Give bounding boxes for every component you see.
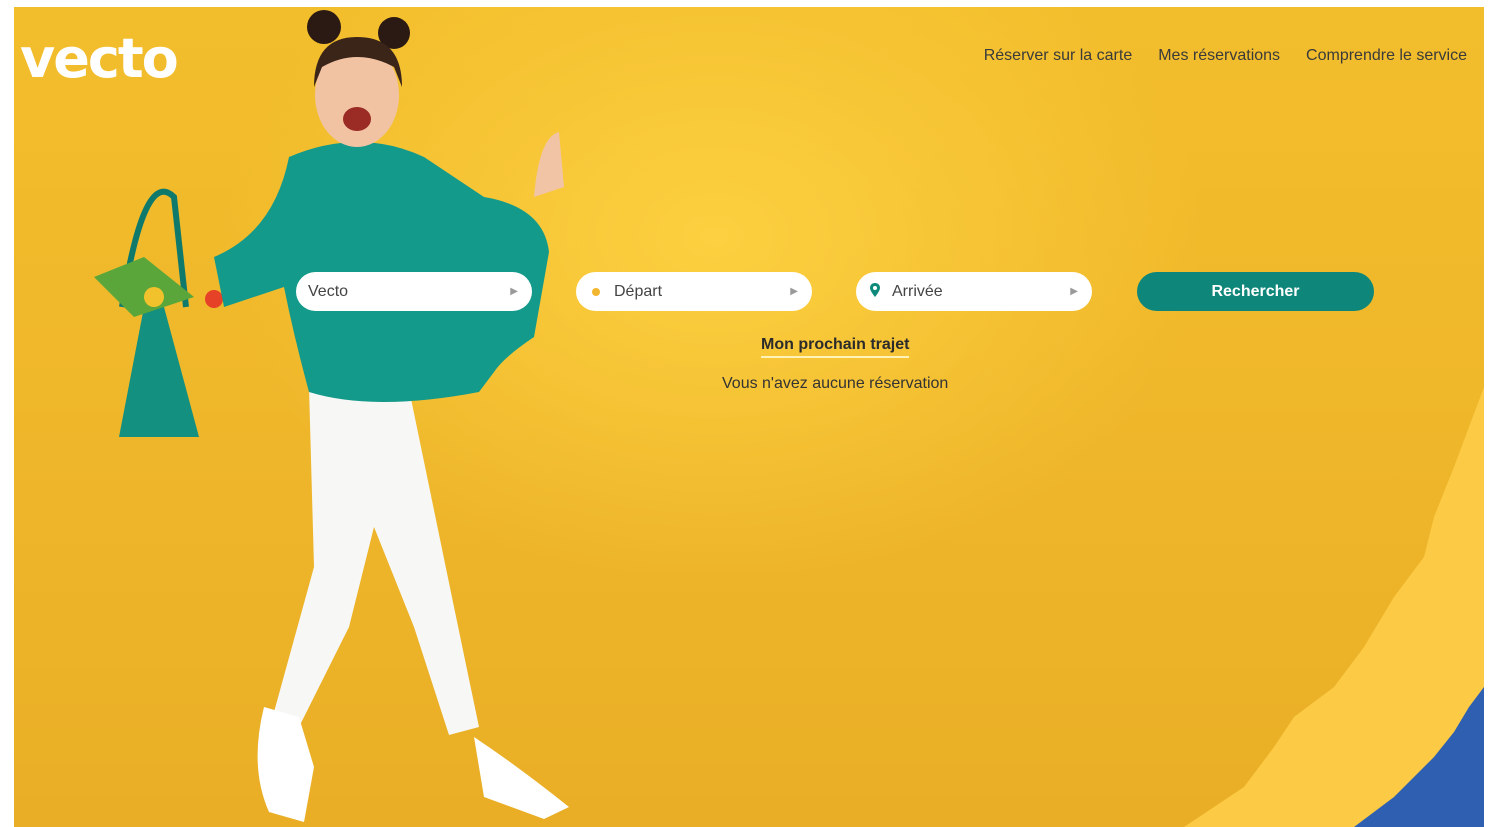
top-nav: Réserver sur la carte Mes réservations C… <box>984 47 1467 65</box>
nav-comprendre-service[interactable]: Comprendre le service <box>1306 47 1467 65</box>
depart-select-label: Départ <box>614 282 663 300</box>
prochain-trajet-title[interactable]: Mon prochain trajet <box>761 336 910 358</box>
location-pin-icon <box>870 283 880 300</box>
nav-mes-reservations[interactable]: Mes réservations <box>1158 47 1280 65</box>
hero-person-image <box>94 10 569 822</box>
hero-section: vecto Réserver sur la carte Mes réservat… <box>14 7 1484 827</box>
arrivee-select[interactable]: Arrivée ▶ <box>856 272 1092 311</box>
chevron-right-icon: ▶ <box>790 286 798 297</box>
chevron-right-icon: ▶ <box>510 286 518 297</box>
arrivee-select-label: Arrivée <box>892 282 943 300</box>
nav-reserver-carte[interactable]: Réserver sur la carte <box>984 47 1133 65</box>
chevron-right-icon: ▶ <box>1070 286 1078 297</box>
depart-select[interactable]: Départ ▶ <box>576 272 812 311</box>
vecto-logo[interactable]: vecto <box>20 29 179 89</box>
vecto-select[interactable]: Vecto ▶ <box>296 272 532 311</box>
no-reservation-message: Vous n'avez aucune réservation <box>722 375 949 392</box>
dot-icon <box>592 287 600 296</box>
brush-stroke-decoration <box>1184 387 1484 827</box>
rechercher-button[interactable]: Rechercher <box>1137 272 1374 311</box>
vecto-select-label: Vecto <box>308 282 349 300</box>
